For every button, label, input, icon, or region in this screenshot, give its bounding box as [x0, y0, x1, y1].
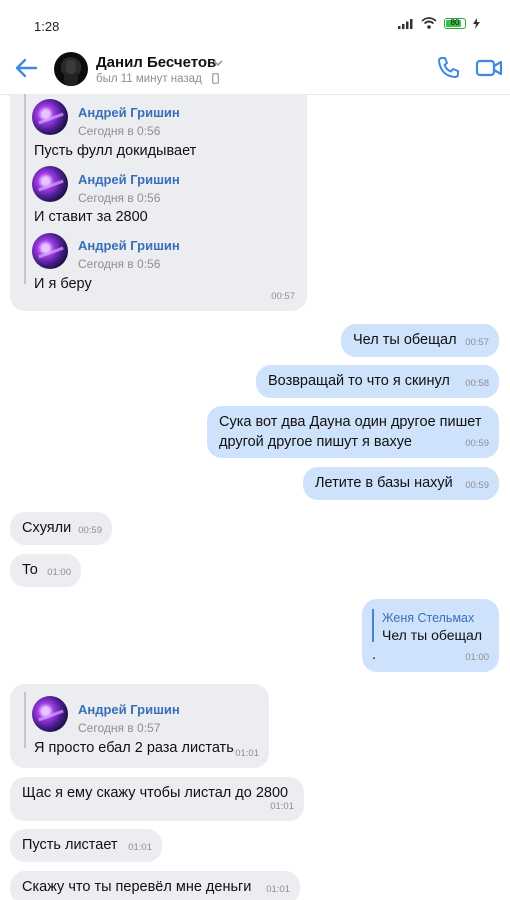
message-text-line-2: другой другое пишут я вахуе: [219, 434, 412, 450]
forwarded-date: Сегодня в 0:57: [78, 721, 161, 735]
outgoing-message[interactable]: Чел ты обещал 00:57: [341, 324, 499, 357]
mobile-device-icon: [212, 73, 219, 84]
forwarded-author-name[interactable]: Андрей Гришин: [78, 236, 180, 255]
forwarded-author-avatar: [32, 99, 68, 135]
video-call-icon[interactable]: [474, 54, 504, 82]
message-text: Чел ты обещал: [353, 332, 457, 348]
status-bar: 1:28 80: [0, 0, 510, 40]
contact-status: был 11 минут назад: [96, 73, 202, 85]
chevron-down-icon[interactable]: [212, 58, 224, 68]
message-text: Пусть листает: [22, 837, 118, 853]
outgoing-message[interactable]: Сука вот два Дауна один другое пишет дру…: [207, 406, 499, 458]
message-time: 00:57: [271, 291, 295, 302]
message-time: 01:01: [266, 884, 290, 895]
message-time: 01:01: [128, 842, 152, 853]
message-text: Щас я ему скажу чтобы листал до 2800: [22, 785, 289, 801]
status-time: 1:28: [34, 19, 60, 34]
message-text: .: [372, 647, 377, 663]
message-text: Я просто ебал 2 раза листать: [34, 740, 234, 756]
message-time: 00:58: [465, 378, 489, 389]
incoming-message[interactable]: То 01:00: [10, 554, 81, 587]
incoming-message[interactable]: Пусть листает 01:01: [10, 829, 162, 862]
forwarded-author-avatar: [32, 166, 68, 202]
wifi-icon: [421, 17, 437, 29]
forwarded-block: Андрей Гришин Сегодня в 0:57 Я просто еб…: [24, 692, 266, 756]
message-text: Возвращай то что я скинул: [268, 373, 450, 389]
message-text: Скажу что ты перевёл мне деньги: [22, 879, 252, 895]
phone-call-icon[interactable]: [434, 54, 462, 82]
forwarded-author-avatar: [32, 233, 68, 269]
back-arrow-icon[interactable]: [12, 54, 40, 82]
forwarded-block: Андрей Гришин Сегодня в 0:56 Пусть фулл …: [24, 94, 296, 292]
forwarded-author-avatar: [32, 696, 68, 732]
message-time: 01:01: [235, 748, 259, 759]
incoming-message-forwarded[interactable]: Андрей Гришин Сегодня в 0:57 Я просто еб…: [10, 684, 269, 768]
contact-name[interactable]: Данил Бесчетов: [96, 54, 216, 71]
outgoing-message[interactable]: Летите в базы нахуй 00:59: [303, 467, 499, 500]
charging-icon: [473, 17, 480, 29]
chat-header: Данил Бесчетов был 11 минут назад: [0, 40, 510, 95]
battery-level: 80: [450, 17, 460, 27]
forwarded-text: Чел ты обещал: [382, 627, 482, 643]
message-text: И ставит за 2800: [34, 209, 148, 225]
incoming-message[interactable]: Схуяли 00:59: [10, 512, 112, 545]
forwarded-date: Сегодня в 0:56: [78, 257, 161, 271]
message-time: 00:59: [465, 480, 489, 491]
outgoing-message-forwarded[interactable]: Женя Стельмах Чел ты обещал . 01:00: [362, 599, 499, 672]
incoming-message[interactable]: Скажу что ты перевёл мне деньги 01:01: [10, 871, 300, 900]
message-text: Летите в базы нахуй: [315, 475, 453, 491]
message-time: 00:59: [78, 525, 102, 536]
message-text: И я беру: [34, 276, 92, 292]
signal-icon: [398, 18, 413, 29]
incoming-message-forwarded[interactable]: Андрей Гришин Сегодня в 0:56 Пусть фулл …: [10, 94, 307, 311]
forwarded-date: Сегодня в 0:56: [78, 191, 161, 205]
status-icons: 80: [398, 17, 480, 29]
message-time: 01:00: [465, 652, 489, 663]
message-text: То: [22, 562, 38, 578]
battery-icon: 80: [444, 17, 466, 29]
forwarded-author-name[interactable]: Андрей Гришин: [78, 103, 180, 122]
outgoing-message[interactable]: Возвращай то что я скинул 00:58: [256, 365, 499, 398]
forwarded-author-name[interactable]: Андрей Гришин: [78, 700, 180, 719]
message-text-line-1: Сука вот два Дауна один другое пишет: [219, 414, 482, 430]
forwarded-author-name[interactable]: Андрей Гришин: [78, 170, 180, 189]
message-time: 00:59: [465, 438, 489, 449]
forwarded-date: Сегодня в 0:56: [78, 124, 161, 138]
message-list[interactable]: Андрей Гришин Сегодня в 0:56 Пусть фулл …: [0, 94, 510, 900]
message-time: 01:01: [270, 801, 294, 812]
message-text: Схуяли: [22, 520, 72, 536]
message-text: Пусть фулл докидывает: [34, 143, 197, 159]
forwarded-block: Женя Стельмах Чел ты обещал: [372, 609, 494, 643]
contact-avatar[interactable]: [54, 52, 88, 86]
incoming-message[interactable]: Щас я ему скажу чтобы листал до 2800 01:…: [10, 777, 304, 821]
message-time: 01:00: [47, 567, 71, 578]
message-time: 00:57: [465, 337, 489, 348]
